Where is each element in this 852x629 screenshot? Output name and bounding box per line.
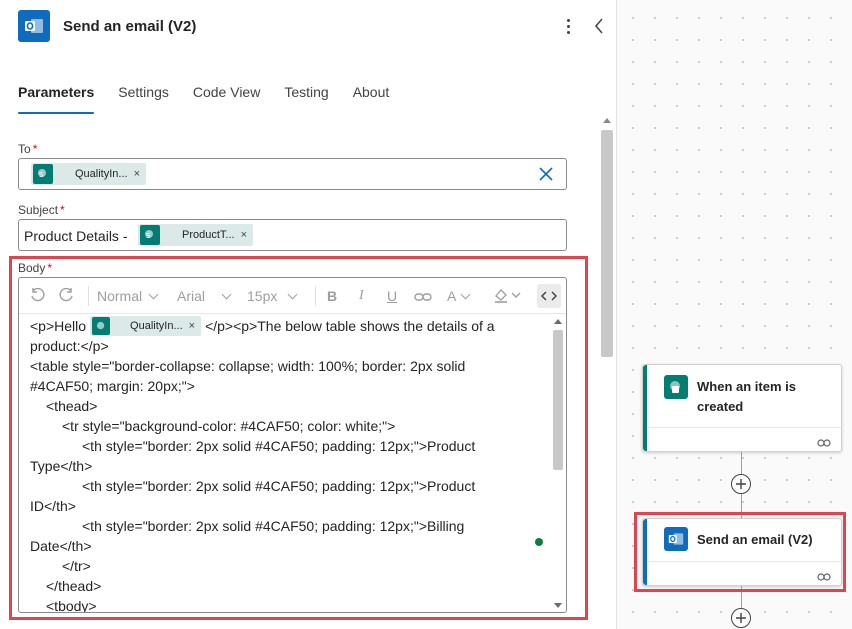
- chevron-down-icon: [287, 289, 298, 300]
- subject-text: Product Details -: [24, 228, 128, 244]
- code-line: ID</th>: [30, 498, 76, 514]
- scroll-down-arrow-icon[interactable]: [554, 603, 562, 608]
- node-divider: [647, 427, 841, 428]
- action-details-panel: Send an email (V2) Parameters Settings C…: [0, 0, 617, 629]
- code-line: <tbody>: [46, 598, 97, 612]
- chevron-down-icon: [460, 289, 471, 300]
- bold-button[interactable]: B: [327, 287, 337, 305]
- node-accent-bar: [643, 365, 647, 451]
- flow-canvas[interactable]: When an item is created Send an email (V…: [617, 0, 852, 629]
- svg-text:S: S: [39, 171, 44, 179]
- body-dynamic-token[interactable]: QualityIn... ×: [90, 316, 202, 336]
- plus-icon: [736, 613, 746, 623]
- body-token-remove[interactable]: ×: [189, 316, 195, 336]
- subject-label: Subject *: [18, 203, 65, 217]
- scroll-up-arrow-icon[interactable]: [554, 319, 562, 324]
- underline-button[interactable]: U: [387, 287, 397, 305]
- font-size-dropdown[interactable]: 15px: [247, 287, 298, 305]
- code-line: <tr style="background-color: #4CAF50; co…: [62, 418, 396, 434]
- code-line: <th style="border: 2px solid #4CAF50; pa…: [82, 438, 476, 454]
- font-color-button[interactable]: A: [447, 287, 471, 305]
- tab-testing[interactable]: Testing: [284, 84, 328, 114]
- code-line: <p>Hello QualityIn... × </p><p>The below ta…: [30, 316, 495, 336]
- node-accent-bar: [643, 519, 647, 585]
- outlook-icon: [18, 10, 50, 42]
- sharepoint-icon: [92, 317, 111, 335]
- redo-icon[interactable]: [59, 287, 75, 305]
- code-line: <thead>: [46, 398, 98, 414]
- node-divider: [647, 561, 841, 562]
- status-dot: [535, 538, 543, 546]
- plus-icon: [736, 479, 746, 489]
- link-icon: [817, 435, 831, 447]
- clear-to-icon[interactable]: [538, 166, 554, 182]
- code-line: #4CAF50; margin: 20px;">: [30, 378, 195, 394]
- to-token-label: QualityIn...: [75, 168, 128, 180]
- code-line: <th style="border: 2px solid #4CAF50; pa…: [82, 518, 465, 534]
- panel-scroll-thumb[interactable]: [601, 130, 613, 357]
- chevron-down-icon: [221, 289, 232, 300]
- tab-about[interactable]: About: [353, 84, 390, 114]
- italic-button[interactable]: I: [359, 287, 364, 305]
- connector-line: [741, 586, 742, 608]
- sharepoint-icon: S: [140, 225, 160, 245]
- font-dropdown[interactable]: Arial: [177, 287, 232, 305]
- undo-icon[interactable]: [29, 287, 45, 305]
- app-root: Send an email (V2) Parameters Settings C…: [0, 0, 852, 629]
- chevron-left-icon: [595, 18, 603, 34]
- scroll-up-arrow-icon[interactable]: [603, 118, 611, 123]
- chevron-down-icon: [148, 289, 159, 300]
- sharepoint-icon: [664, 375, 688, 399]
- tab-code-view[interactable]: Code View: [193, 84, 260, 114]
- format-dropdown[interactable]: Normal: [97, 287, 159, 305]
- toolbar-divider: [88, 286, 89, 306]
- link-icon: [817, 569, 831, 581]
- code-line: Date</th>: [30, 538, 92, 554]
- html-code-text[interactable]: <p>Hello QualityIn... × </p><p>The below ta…: [30, 316, 550, 612]
- add-step-button[interactable]: [731, 608, 751, 628]
- code-line: Type</th>: [30, 458, 93, 474]
- rich-text-toolbar: Normal Arial 15px B I U A: [19, 278, 566, 314]
- code-line: </thead>: [46, 578, 102, 594]
- more-options-button[interactable]: [560, 14, 576, 38]
- body-label: Body *: [18, 261, 53, 275]
- outlook-icon: [664, 527, 688, 551]
- code-scrollbar[interactable]: [552, 316, 564, 612]
- to-dynamic-token[interactable]: S QualityIn... ×: [31, 163, 147, 185]
- send-email-node[interactable]: Send an email (V2): [642, 518, 842, 586]
- code-line: product:</p>: [30, 338, 109, 354]
- code-view-toggle-icon[interactable]: [537, 284, 561, 308]
- tab-parameters[interactable]: Parameters: [18, 84, 95, 114]
- panel-title: Send an email (V2): [63, 18, 197, 35]
- subject-token-remove[interactable]: ×: [241, 229, 247, 241]
- sharepoint-icon: S: [33, 164, 53, 184]
- connector-line: [741, 452, 742, 474]
- highlight-color-icon[interactable]: [493, 287, 523, 305]
- add-step-button[interactable]: [731, 474, 751, 494]
- to-token-remove[interactable]: ×: [134, 168, 140, 180]
- code-line: <table style="border-collapse: collapse;…: [30, 358, 466, 374]
- subject-dynamic-token[interactable]: S ProductT... ×: [138, 224, 254, 246]
- send-email-node-title: Send an email (V2): [697, 532, 813, 547]
- panel-tabs: Parameters Settings Code View Testing Ab…: [18, 84, 413, 114]
- svg-text:S: S: [146, 232, 151, 240]
- to-label: To *: [18, 142, 38, 156]
- panel-scrollbar[interactable]: [600, 116, 614, 629]
- body-editor[interactable]: Normal Arial 15px B I U A <p>Hello Quali…: [18, 277, 567, 613]
- code-scroll-thumb[interactable]: [553, 330, 563, 470]
- link-icon[interactable]: [414, 289, 432, 307]
- tab-settings[interactable]: Settings: [118, 84, 169, 114]
- collapse-panel-button[interactable]: [590, 14, 608, 38]
- trigger-node[interactable]: When an item is created: [642, 364, 842, 452]
- trigger-title: When an item is created: [697, 379, 796, 414]
- code-line: </tr>: [62, 558, 91, 574]
- code-line: <th style="border: 2px solid #4CAF50; pa…: [82, 478, 476, 494]
- connector-line: [741, 494, 742, 518]
- toolbar-divider: [315, 286, 316, 306]
- subject-token-label: ProductT...: [182, 229, 235, 241]
